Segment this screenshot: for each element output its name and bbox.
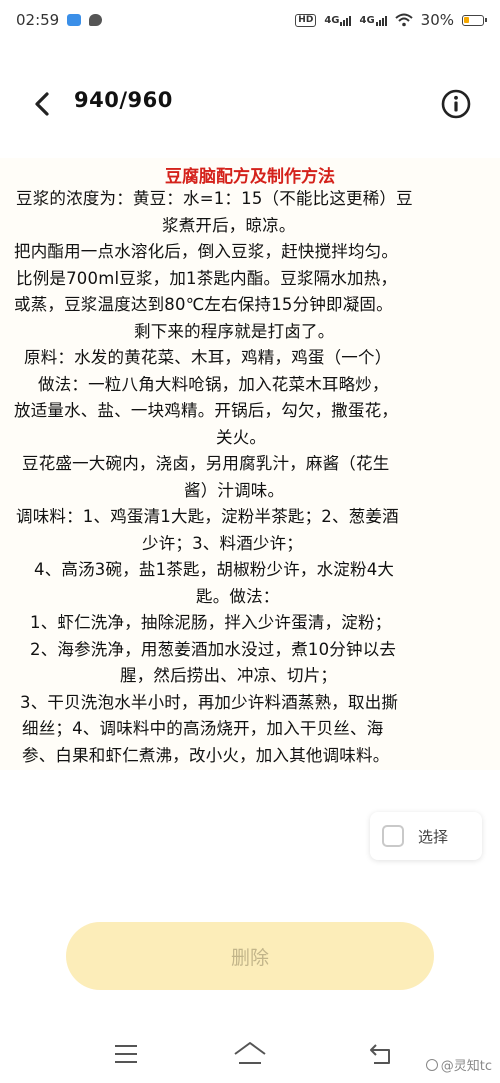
document-body: 豆浆的浓度为：黄豆：水=1：15（不能比这更稀）豆浆煮开后，晾凉。把内酯用一点水… xyxy=(0,186,500,770)
page-counter: 940/960 xyxy=(74,88,173,112)
back-icon[interactable] xyxy=(368,1042,394,1066)
document-line: 放适量水、盐、一块鸡精。开锅后，勾欠，撒蛋花， xyxy=(14,401,399,420)
document-line: 剩下来的程序就是打卤了。 xyxy=(134,321,335,341)
document-line: 少许；3、料酒少许； xyxy=(142,533,303,553)
status-left: 02:59 xyxy=(16,11,103,29)
document-line: 参、白果和虾仁煮沸，改小火，加入其他调味料。 xyxy=(22,745,390,765)
document-line: 2、海参洗净，用葱姜酒加水没过，煮10分钟以去 xyxy=(30,639,397,659)
select-label: 选择 xyxy=(418,827,449,846)
document-line: 腥，然后捞出、冲凉、切片； xyxy=(120,666,338,685)
document-line: 3、干贝洗泡水半小时，再加少许料酒蒸熟，取出撕 xyxy=(20,692,399,712)
document-line: 原料：水发的黄花菜、木耳，鸡精，鸡蛋（一个） xyxy=(24,348,392,367)
document-line: 细丝；4、调味料中的高汤烧开，加入干贝丝、海 xyxy=(22,719,384,738)
chat-icon xyxy=(89,14,103,26)
document-line: 4、高汤3碗，盐1茶匙，胡椒粉少许，水淀粉4大 xyxy=(34,560,395,579)
hd-icon: HD xyxy=(295,13,317,27)
document-line: 浆煮开后，晾凉。 xyxy=(162,215,296,235)
select-toggle[interactable]: 选择 xyxy=(370,812,482,860)
status-right: HD 4G 4G 30% xyxy=(295,11,487,29)
menu-icon[interactable] xyxy=(113,1043,139,1065)
watermark-logo-icon xyxy=(425,1058,438,1071)
document-line: 酱）汁调味。 xyxy=(184,480,285,500)
document-line: 调味料：1、鸡蛋清1大匙，淀粉半茶匙；2、葱姜酒 xyxy=(16,507,399,526)
signal-icon: 4G xyxy=(324,14,352,26)
document-line: 或蒸，豆浆温度达到80℃左右保持15分钟即凝固。 xyxy=(14,295,393,314)
select-checkbox[interactable] xyxy=(382,825,404,847)
network-type-label: 4G xyxy=(359,14,375,26)
app-notification-icon xyxy=(67,14,82,26)
document-line: 关火。 xyxy=(216,427,267,447)
battery-icon xyxy=(462,14,487,26)
status-time: 02:59 xyxy=(16,11,60,29)
watermark-text: @灵知tc xyxy=(440,1059,492,1074)
document-line: 把内酯用一点水溶化后，倒入豆浆，赶快搅拌均匀。 xyxy=(14,242,399,261)
document-line: 匙。做法： xyxy=(196,586,280,606)
battery-percent: 30% xyxy=(420,11,454,29)
info-circle-icon[interactable] xyxy=(441,89,471,119)
header: 940/960 xyxy=(0,78,500,130)
network-type-label: 4G xyxy=(324,14,340,26)
watermark: @灵知tc xyxy=(425,1055,492,1074)
document-line: 豆浆的浓度为：黄豆：水=1：15（不能比这更稀）豆 xyxy=(16,189,413,208)
chevron-left-icon[interactable] xyxy=(30,91,56,117)
home-icon[interactable] xyxy=(232,1040,268,1066)
status-bar: 02:59 HD 4G 4G 30% xyxy=(0,0,500,40)
document-title: 豆腐脑配方及制作方法 xyxy=(165,167,335,187)
signal-icon: 4G xyxy=(359,14,387,26)
document-image: 豆腐脑配方及制作方法 豆浆的浓度为：黄豆：水=1：15（不能比这更稀）豆浆煮开后… xyxy=(0,158,500,770)
wifi-icon xyxy=(394,13,413,27)
document-line: 豆花盛一大碗内，浇卤，另用腐乳汁，麻酱（花生 xyxy=(22,454,390,473)
document-line: 5、慢慢滑入豆腐脑，略煮即关火盛出，撒下洗净、 xyxy=(0,769,500,770)
navigation-bar: @灵知tc xyxy=(0,1030,500,1080)
document-line: 比例是700ml豆浆，加1茶匙内酯。豆浆隔水加热， xyxy=(16,268,398,288)
document-line: 1、虾仁洗净，抽除泥肠，拌入少许蛋清，淀粉； xyxy=(30,613,392,632)
document-line: 做法：一粒八角大料呛锅，加入花菜木耳略炒， xyxy=(38,374,389,394)
delete-button[interactable]: 删除 xyxy=(66,922,434,990)
